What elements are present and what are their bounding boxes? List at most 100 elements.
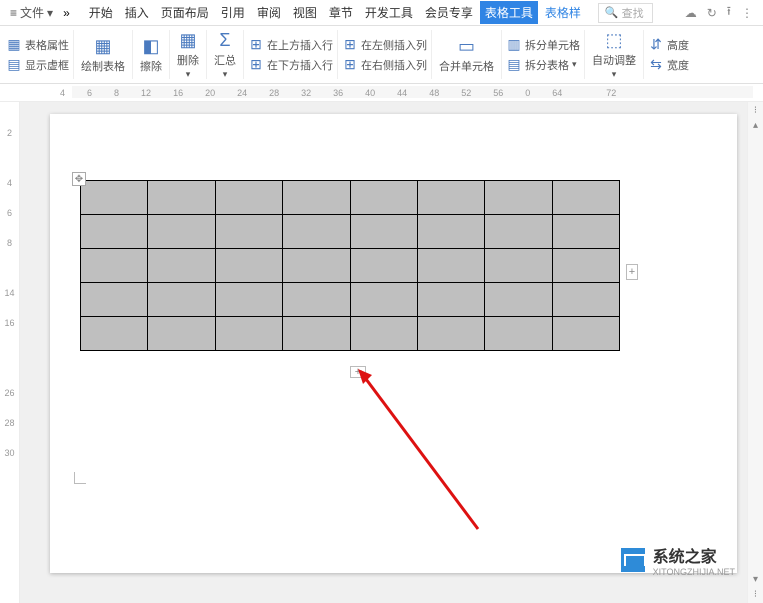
watermark: 系统之家 XITONGZHIJIA.NET [621, 543, 735, 577]
table-cell[interactable] [417, 283, 484, 317]
more-left-icon[interactable]: » [63, 6, 70, 20]
table-cell[interactable] [350, 317, 417, 351]
table-cell[interactable] [417, 181, 484, 215]
merge-cells-button[interactable]: ▭合并单元格 [436, 35, 497, 74]
table-row[interactable] [81, 181, 620, 215]
table-cell[interactable] [283, 215, 350, 249]
ribbon-tabs: 开始 插入 页面布局 引用 审阅 视图 章节 开发工具 会员专享 表格工具 表格… [84, 1, 586, 24]
insert-col-right-button[interactable]: ⊞在右侧插入列 [342, 57, 427, 73]
insert-row-above-button[interactable]: ⊞在上方插入行 [248, 37, 333, 53]
table-cell[interactable] [215, 317, 282, 351]
document-table[interactable] [80, 180, 620, 351]
tab-review[interactable]: 审阅 [252, 1, 286, 24]
row-height-button[interactable]: ⇵高度 [648, 37, 689, 53]
scroll-opts-icon[interactable]: ⁝ [754, 105, 757, 116]
tab-view[interactable]: 视图 [288, 1, 322, 24]
table-row[interactable] [81, 283, 620, 317]
watermark-title: 系统之家 [653, 543, 735, 567]
table-cell[interactable] [283, 283, 350, 317]
table-cell[interactable] [350, 283, 417, 317]
table-cell[interactable] [283, 317, 350, 351]
share-icon[interactable]: ⭱ [727, 2, 731, 23]
more-icon[interactable]: ⋮ [741, 6, 753, 20]
table-move-handle[interactable]: ✥ [72, 172, 86, 186]
document-canvas[interactable]: ✥ + + ⁝ ▴ ▾ ⁝ 系统之家 XI [20, 102, 763, 603]
vertical-scrollbar[interactable]: ⁝ ▴ ▾ ⁝ [747, 102, 763, 603]
table-row[interactable] [81, 317, 620, 351]
table-properties-button[interactable]: ▦表格属性 [6, 37, 69, 53]
table-cell[interactable] [81, 181, 148, 215]
table-cell[interactable] [81, 249, 148, 283]
tab-tablestyle[interactable]: 表格样 [540, 1, 586, 24]
table-cell[interactable] [350, 215, 417, 249]
table-cell[interactable] [81, 283, 148, 317]
watermark-sub: XITONGZHIJIA.NET [653, 567, 735, 577]
autofit-button[interactable]: ⬚自动调整▾ [589, 29, 639, 80]
table-cell[interactable] [81, 317, 148, 351]
tab-pagelayout[interactable]: 页面布局 [156, 1, 214, 24]
table-cell[interactable] [148, 181, 215, 215]
table-cell[interactable] [350, 249, 417, 283]
tab-member[interactable]: 会员专享 [420, 1, 478, 24]
chevron-down-icon: ▾ [47, 6, 53, 20]
vertical-ruler[interactable]: 2 468 1416 26 2830 [0, 102, 20, 603]
table-cell[interactable] [283, 181, 350, 215]
table-cell[interactable] [215, 249, 282, 283]
table-cell[interactable] [148, 283, 215, 317]
tab-tabletools[interactable]: 表格工具 [480, 1, 538, 24]
table-cell[interactable] [485, 317, 552, 351]
tab-chapter[interactable]: 章节 [324, 1, 358, 24]
cloud-icon[interactable]: ☁ [685, 6, 697, 20]
table-cell[interactable] [552, 317, 619, 351]
show-gridlines-button[interactable]: ▤显示虚框 [6, 57, 69, 73]
table-cell[interactable] [485, 249, 552, 283]
table-cell[interactable] [552, 283, 619, 317]
table-cell[interactable] [552, 215, 619, 249]
eraser-button[interactable]: ◧擦除 [137, 35, 165, 74]
add-col-handle[interactable]: + [626, 264, 638, 280]
table-cell[interactable] [81, 215, 148, 249]
table-cell[interactable] [350, 181, 417, 215]
tab-insert[interactable]: 插入 [120, 1, 154, 24]
table-cell[interactable] [283, 249, 350, 283]
chevron-down-icon: ▾ [186, 69, 191, 80]
draw-table-button[interactable]: ▦绘制表格 [78, 35, 128, 74]
scroll-down-icon[interactable]: ▾ [753, 574, 758, 585]
split-table-button[interactable]: ▤拆分表格▾ [506, 57, 580, 73]
hamburger-icon: ≡ [10, 6, 17, 20]
tab-start[interactable]: 开始 [84, 1, 118, 24]
sync-icon[interactable]: ↻ [707, 6, 717, 20]
search-input[interactable]: 🔍 查找 [598, 3, 653, 23]
table-row[interactable] [81, 215, 620, 249]
col-width-button[interactable]: ⇆宽度 [648, 57, 689, 73]
insert-col-left-button[interactable]: ⊞在左侧插入列 [342, 37, 427, 53]
table-cell[interactable] [485, 283, 552, 317]
table-cell[interactable] [215, 283, 282, 317]
delete-button[interactable]: ▦删除▾ [174, 29, 202, 80]
chevron-down-icon: ▾ [612, 69, 617, 80]
scroll-more-icon[interactable]: ⁝ [754, 589, 757, 600]
table-cell[interactable] [485, 215, 552, 249]
table-cell[interactable] [485, 181, 552, 215]
horizontal-ruler[interactable]: 468 121620 242832 364044 485256 064 72 [0, 84, 763, 102]
table-cell[interactable] [148, 317, 215, 351]
table-row[interactable] [81, 249, 620, 283]
tab-devtools[interactable]: 开发工具 [360, 1, 418, 24]
table-cell[interactable] [148, 249, 215, 283]
summary-button[interactable]: Σ汇总▾ [211, 29, 239, 80]
table-cell[interactable] [552, 249, 619, 283]
table-cell[interactable] [215, 215, 282, 249]
table-cell[interactable] [417, 317, 484, 351]
tab-reference[interactable]: 引用 [216, 1, 250, 24]
file-menu[interactable]: ≡ 文件 ▾ [4, 1, 59, 24]
insert-row-below-button[interactable]: ⊞在下方插入行 [248, 57, 333, 73]
table-cell[interactable] [215, 181, 282, 215]
split-cell-button[interactable]: ▥拆分单元格 [506, 37, 580, 53]
scroll-up-icon[interactable]: ▴ [753, 120, 758, 131]
table-cell[interactable] [417, 249, 484, 283]
height-icon: ⇵ [648, 37, 664, 53]
split-table-icon: ▤ [506, 57, 522, 73]
table-cell[interactable] [417, 215, 484, 249]
table-cell[interactable] [552, 181, 619, 215]
table-cell[interactable] [148, 215, 215, 249]
